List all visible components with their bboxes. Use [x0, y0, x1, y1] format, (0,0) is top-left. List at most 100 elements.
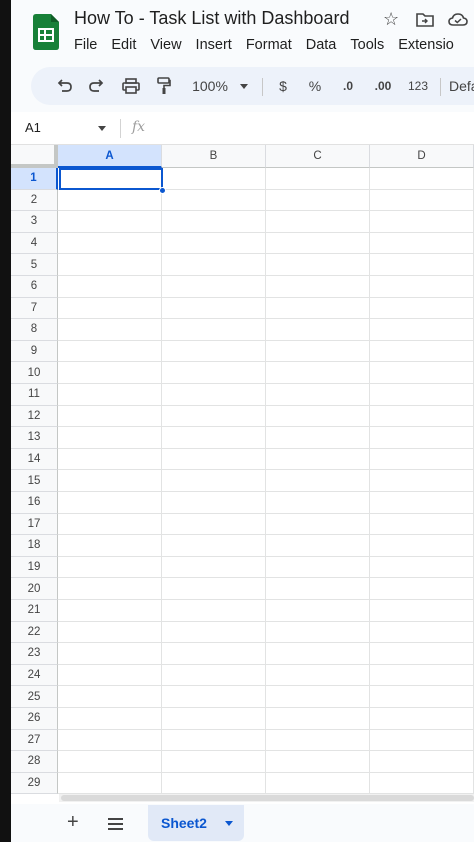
- all-sheets-menu-icon[interactable]: [108, 818, 123, 833]
- row-header-12[interactable]: 12: [11, 405, 58, 428]
- cell-b7[interactable]: [162, 297, 266, 320]
- cell-d27[interactable]: [370, 729, 474, 752]
- cell-c3[interactable]: [266, 211, 370, 233]
- row-header-26[interactable]: 26: [11, 708, 58, 730]
- cell-d18[interactable]: [370, 535, 474, 557]
- cell-a9[interactable]: [58, 340, 162, 363]
- increase-decimal-button[interactable]: .00: [368, 67, 398, 105]
- scrollbar-thumb[interactable]: [61, 795, 474, 801]
- cell-d4[interactable]: [370, 232, 474, 255]
- row-header-3[interactable]: 3: [11, 211, 58, 233]
- cell-a18[interactable]: [58, 535, 162, 557]
- column-header-c[interactable]: C: [266, 145, 370, 168]
- row-header-14[interactable]: 14: [11, 448, 58, 471]
- cell-a6[interactable]: [58, 276, 162, 298]
- row-header-29[interactable]: 29: [11, 772, 58, 795]
- cell-d25[interactable]: [370, 686, 474, 708]
- cell-b10[interactable]: [162, 362, 266, 384]
- menu-tools[interactable]: Tools: [350, 37, 384, 53]
- cell-c6[interactable]: [266, 276, 370, 298]
- menu-data[interactable]: Data: [306, 37, 337, 53]
- menu-insert[interactable]: Insert: [196, 37, 232, 53]
- print-icon[interactable]: [116, 67, 146, 105]
- cell-c10[interactable]: [266, 362, 370, 384]
- cell-a12[interactable]: [58, 405, 162, 428]
- cell-b1[interactable]: [162, 168, 266, 190]
- column-header-a[interactable]: A: [58, 145, 162, 168]
- cell-c5[interactable]: [266, 254, 370, 276]
- cell-d20[interactable]: [370, 578, 474, 600]
- cell-d17[interactable]: [370, 513, 474, 536]
- cell-b11[interactable]: [162, 384, 266, 406]
- cell-b13[interactable]: [162, 427, 266, 449]
- cell-a19[interactable]: [58, 556, 162, 579]
- cell-a15[interactable]: [58, 470, 162, 492]
- cloud-status-icon[interactable]: [448, 12, 468, 32]
- cell-c28[interactable]: [266, 751, 370, 773]
- row-header-24[interactable]: 24: [11, 664, 58, 687]
- cell-b6[interactable]: [162, 276, 266, 298]
- cell-b8[interactable]: [162, 319, 266, 341]
- cell-c26[interactable]: [266, 708, 370, 730]
- cell-a23[interactable]: [58, 643, 162, 665]
- cell-d24[interactable]: [370, 664, 474, 687]
- row-header-2[interactable]: 2: [11, 189, 58, 212]
- row-header-27[interactable]: 27: [11, 729, 58, 752]
- number-format-button[interactable]: 123: [403, 67, 433, 105]
- formula-input[interactable]: [161, 119, 461, 139]
- font-select[interactable]: Defa: [449, 67, 474, 105]
- cell-a22[interactable]: [58, 621, 162, 644]
- cell-a20[interactable]: [58, 578, 162, 600]
- sheets-logo-icon[interactable]: [33, 14, 59, 50]
- cell-d1[interactable]: [370, 168, 474, 190]
- cell-c12[interactable]: [266, 405, 370, 428]
- fill-handle[interactable]: [159, 186, 166, 194]
- cell-c16[interactable]: [266, 492, 370, 514]
- cell-b21[interactable]: [162, 600, 266, 622]
- cell-b16[interactable]: [162, 492, 266, 514]
- cell-c24[interactable]: [266, 664, 370, 687]
- cell-c1[interactable]: [266, 168, 370, 190]
- cell-d12[interactable]: [370, 405, 474, 428]
- cell-d10[interactable]: [370, 362, 474, 384]
- row-header-10[interactable]: 10: [11, 362, 58, 384]
- row-header-9[interactable]: 9: [11, 340, 58, 363]
- percent-format-button[interactable]: %: [303, 67, 327, 105]
- cell-b19[interactable]: [162, 556, 266, 579]
- cell-d11[interactable]: [370, 384, 474, 406]
- row-header-19[interactable]: 19: [11, 556, 58, 579]
- cell-a13[interactable]: [58, 427, 162, 449]
- cell-b15[interactable]: [162, 470, 266, 492]
- zoom-select[interactable]: 100%: [186, 67, 234, 105]
- cell-c2[interactable]: [266, 189, 370, 212]
- cell-c27[interactable]: [266, 729, 370, 752]
- star-icon[interactable]: ☆: [383, 9, 399, 30]
- cell-b14[interactable]: [162, 448, 266, 471]
- cell-d22[interactable]: [370, 621, 474, 644]
- row-header-5[interactable]: 5: [11, 254, 58, 276]
- cell-a1[interactable]: [58, 168, 162, 190]
- row-header-8[interactable]: 8: [11, 319, 58, 341]
- cell-b2[interactable]: [162, 189, 266, 212]
- cell-a14[interactable]: [58, 448, 162, 471]
- cell-b4[interactable]: [162, 232, 266, 255]
- select-all-corner[interactable]: [11, 145, 58, 168]
- menu-format[interactable]: Format: [246, 37, 292, 53]
- row-header-23[interactable]: 23: [11, 643, 58, 665]
- cell-c25[interactable]: [266, 686, 370, 708]
- row-header-11[interactable]: 11: [11, 384, 58, 406]
- column-header-b[interactable]: B: [162, 145, 266, 168]
- cell-b18[interactable]: [162, 535, 266, 557]
- name-box[interactable]: A1: [25, 120, 41, 135]
- cell-b12[interactable]: [162, 405, 266, 428]
- row-header-7[interactable]: 7: [11, 297, 58, 320]
- row-header-25[interactable]: 25: [11, 686, 58, 708]
- cell-c23[interactable]: [266, 643, 370, 665]
- cell-b28[interactable]: [162, 751, 266, 773]
- row-header-22[interactable]: 22: [11, 621, 58, 644]
- cell-a24[interactable]: [58, 664, 162, 687]
- cell-b23[interactable]: [162, 643, 266, 665]
- chevron-down-icon[interactable]: [98, 126, 106, 131]
- cell-c18[interactable]: [266, 535, 370, 557]
- cell-a11[interactable]: [58, 384, 162, 406]
